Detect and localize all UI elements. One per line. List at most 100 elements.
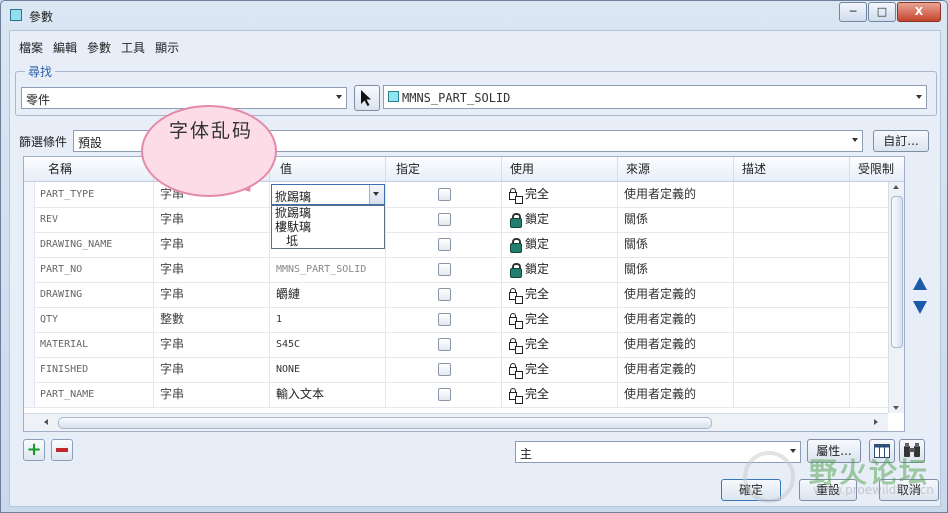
scroll-up-icon[interactable] [893, 185, 899, 189]
maximize-button[interactable]: □ [868, 2, 896, 22]
customize-button[interactable]: 自訂... [873, 130, 929, 152]
add-parameter-button[interactable]: + [23, 439, 45, 461]
table-row[interactable]: REV 字串 鎖定 關係 [24, 207, 890, 233]
param-value[interactable]: 1 [270, 307, 386, 332]
param-description[interactable] [734, 232, 850, 257]
table-row[interactable]: DRAWING 字串 皭縺 完全 使用者定義的 [24, 282, 890, 308]
param-source: 使用者定義的 [618, 282, 734, 307]
cancel-button[interactable]: 取消 [879, 479, 939, 501]
table-row[interactable]: MATERIAL 字串 S45C 完全 使用者定義的 [24, 332, 890, 358]
horizontal-scrollbar[interactable] [24, 413, 888, 431]
param-description[interactable] [734, 332, 850, 357]
table-columns-button[interactable] [869, 439, 895, 463]
scroll-left-icon[interactable] [44, 419, 48, 425]
col-header-value[interactable]: 值 [270, 157, 386, 181]
part-select[interactable]: MMNS_PART_SOLID [383, 85, 927, 109]
find-group-label: 尋找 [25, 63, 56, 80]
assign-checkbox[interactable] [438, 188, 451, 201]
param-name: PART_NO [34, 257, 154, 282]
param-value[interactable]: 皭縺 [270, 282, 386, 307]
chevron-down-icon [916, 95, 922, 99]
ok-button[interactable]: 確定 [721, 479, 781, 501]
param-source: 使用者定義的 [618, 357, 734, 382]
col-header-restricted[interactable]: 受限制 [850, 157, 904, 181]
assign-checkbox[interactable] [438, 213, 451, 226]
param-value[interactable]: S45C [270, 332, 386, 357]
menu-view[interactable]: 顯示 [155, 39, 179, 57]
param-description[interactable] [734, 307, 850, 332]
title-bar[interactable]: 參數 ─ □ X [1, 1, 947, 29]
col-header-assign[interactable]: 指定 [386, 157, 502, 181]
table-row[interactable]: PART_NAME 字串 輸入文本 完全 使用者定義的 [24, 382, 890, 408]
binoculars-icon [904, 443, 920, 457]
param-access: 完全 [502, 332, 618, 357]
assign-checkbox[interactable] [438, 238, 451, 251]
table-row[interactable]: PART_NO 字串 MMNS_PART_SOLID 鎖定 關係 [24, 257, 890, 283]
param-description[interactable] [734, 282, 850, 307]
param-value[interactable]: MMNS_PART_SOLID [270, 257, 386, 282]
assign-checkbox[interactable] [438, 338, 451, 351]
col-header-source[interactable]: 來源 [618, 157, 734, 181]
access-label: 完全 [525, 337, 550, 351]
menu-edit[interactable]: 編輯 [53, 39, 77, 57]
move-up-icon[interactable] [913, 277, 927, 290]
value-dropdown-toggle[interactable] [369, 185, 384, 204]
access-label: 鎖定 [525, 262, 550, 276]
close-button[interactable]: X [897, 2, 941, 22]
value-dropdown[interactable]: 掀踢璃 [271, 184, 385, 205]
scroll-down-icon[interactable] [893, 406, 899, 410]
minimize-button[interactable]: ─ [839, 2, 867, 22]
param-access: 完全 [502, 182, 618, 207]
find-binoculars-button[interactable] [899, 439, 925, 463]
vertical-scroll-thumb[interactable] [891, 196, 903, 348]
move-down-icon[interactable] [913, 301, 927, 314]
param-assign [386, 307, 502, 332]
param-description[interactable] [734, 257, 850, 282]
table-row[interactable]: PART_TYPE 字串 完全 使用者定義的 [24, 182, 890, 208]
assign-checkbox[interactable] [438, 288, 451, 301]
assign-checkbox[interactable] [438, 313, 451, 326]
vertical-scrollbar[interactable] [888, 182, 904, 413]
dropdown-option[interactable]: 樓馱璃 [272, 220, 384, 234]
param-type: 字串 [154, 232, 270, 257]
horizontal-scroll-thumb[interactable] [58, 417, 712, 429]
chevron-down-icon [790, 449, 796, 453]
param-description[interactable] [734, 182, 850, 207]
param-source: 使用者定義的 [618, 382, 734, 407]
param-description[interactable] [734, 357, 850, 382]
dropdown-option[interactable]: 坻 [272, 234, 384, 248]
assign-checkbox[interactable] [438, 388, 451, 401]
dropdown-option[interactable]: 掀踢璃 [272, 206, 384, 220]
col-header-use[interactable]: 使用 [502, 157, 618, 181]
table-row[interactable]: FINISHED 字串 NONE 完全 使用者定義的 [24, 357, 890, 383]
properties-button[interactable]: 屬性... [807, 439, 861, 463]
reset-button[interactable]: 重設 [799, 479, 857, 501]
assign-checkbox[interactable] [438, 263, 451, 276]
param-access: 鎖定 [502, 232, 618, 257]
scroll-right-icon[interactable] [874, 419, 878, 425]
padlock-icon [508, 212, 524, 228]
param-restricted [850, 257, 890, 282]
param-description[interactable] [734, 382, 850, 407]
main-select[interactable]: 主 [515, 441, 801, 463]
param-access: 完全 [502, 282, 618, 307]
remove-parameter-button[interactable] [51, 439, 73, 461]
table-row[interactable]: DRAWING_NAME 字串 鎖定 關係 [24, 232, 890, 258]
assign-checkbox[interactable] [438, 363, 451, 376]
param-description[interactable] [734, 207, 850, 232]
param-name: PART_NAME [34, 382, 154, 407]
menu-tools[interactable]: 工具 [121, 39, 145, 57]
param-type: 整數 [154, 307, 270, 332]
col-header-name[interactable]: 名稱 [34, 157, 154, 181]
param-value[interactable]: NONE [270, 357, 386, 382]
param-access: 鎖定 [502, 207, 618, 232]
param-restricted [850, 232, 890, 257]
menu-parameters[interactable]: 參數 [87, 39, 111, 57]
param-value[interactable]: 輸入文本 [270, 382, 386, 407]
select-pointer-button[interactable] [354, 85, 380, 111]
menu-file[interactable]: 檔案 [19, 39, 43, 57]
param-source: 使用者定義的 [618, 182, 734, 207]
object-type-select[interactable]: 零件 [21, 87, 347, 109]
col-header-description[interactable]: 描述 [734, 157, 850, 181]
table-row[interactable]: QTY 整數 1 完全 使用者定義的 [24, 307, 890, 333]
